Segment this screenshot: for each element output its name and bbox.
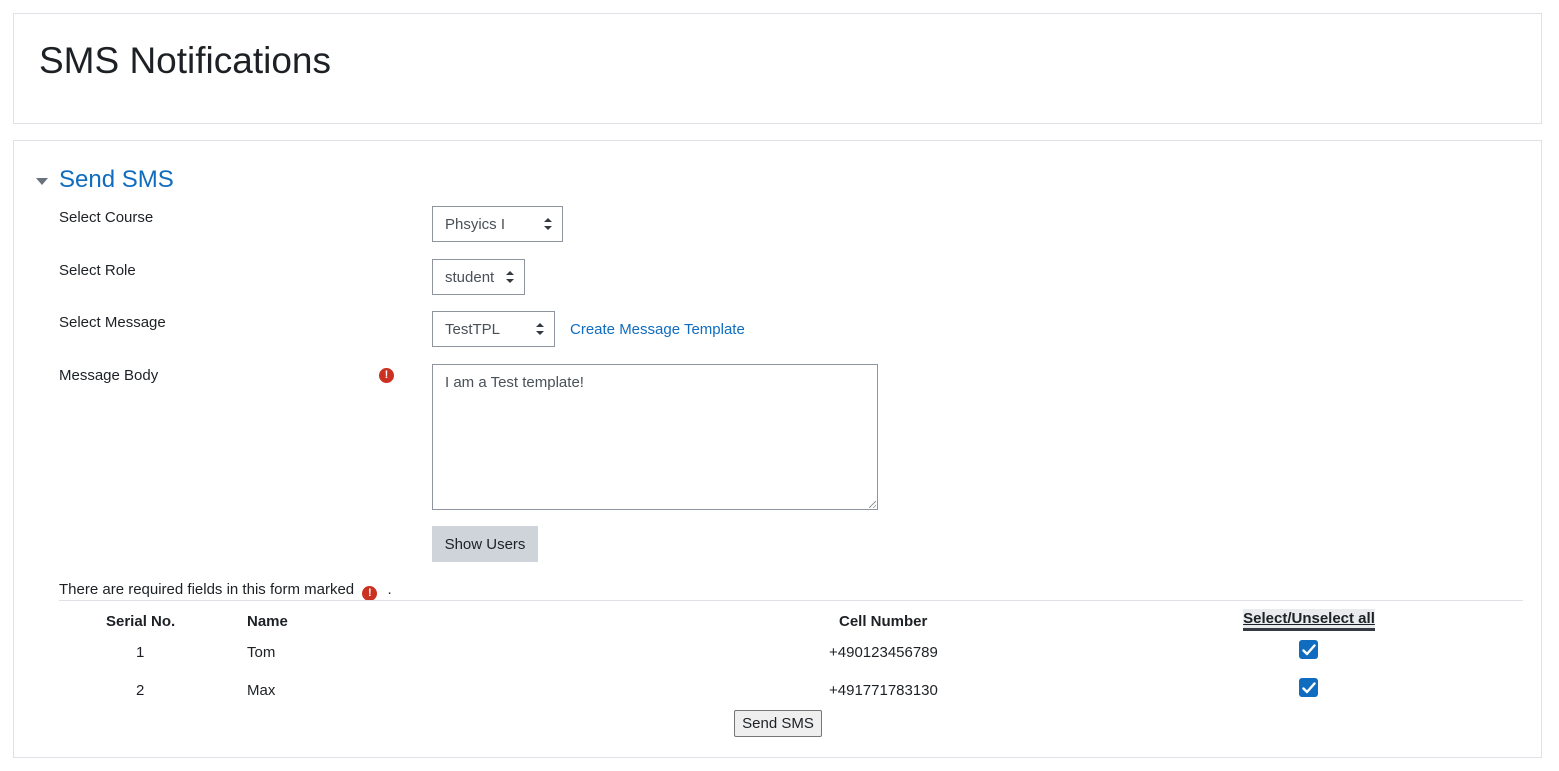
role-select-value: student (445, 268, 495, 286)
exclamation-circle-icon: ! (362, 586, 378, 601)
check-icon (1301, 681, 1316, 693)
table-divider (59, 600, 1523, 601)
select-arrows-icon (506, 271, 514, 283)
row-1-name: Tom (247, 644, 276, 661)
section-toggle[interactable]: Send SMS (36, 165, 174, 195)
select-message-label: Select Message (59, 314, 166, 331)
row-1-cell: +490123456789 (829, 644, 938, 661)
message-body-label: Message Body (59, 367, 159, 384)
message-select[interactable]: TestTPL (432, 311, 555, 347)
send-sms-form-card: Send SMS Select Course Phsyics I Select … (13, 140, 1542, 758)
select-arrows-icon (536, 323, 544, 335)
page-header: SMS Notifications (13, 13, 1542, 124)
message-select-value: TestTPL (445, 320, 501, 338)
section-title: Send SMS (59, 166, 174, 193)
resize-grip-icon[interactable] (869, 501, 876, 508)
exclamation-circle-icon: ! (379, 368, 394, 383)
send-sms-button[interactable]: Send SMS (734, 710, 822, 737)
header-cell-number: Cell Number (839, 613, 928, 630)
page-title: SMS Notifications (39, 40, 331, 81)
row-1-serial: 1 (136, 644, 145, 661)
course-select[interactable]: Phsyics I (432, 206, 563, 242)
select-role-label: Select Role (59, 262, 136, 279)
role-select[interactable]: student (432, 259, 525, 295)
required-note-period: . (387, 581, 392, 598)
row-2-checkbox[interactable] (1299, 678, 1318, 697)
required-note-text: There are required fields in this form m… (59, 581, 355, 598)
course-select-value: Phsyics I (445, 215, 506, 233)
required-fields-note: There are required fields in this form m… (59, 581, 392, 601)
message-body-textarea[interactable]: I am a Test template! (432, 364, 878, 510)
select-arrows-icon (544, 218, 552, 230)
show-users-button[interactable]: Show Users (432, 526, 538, 562)
row-2-serial: 2 (136, 682, 145, 699)
header-name: Name (247, 613, 288, 630)
check-icon (1301, 643, 1316, 655)
row-2-cell: +491771783130 (829, 682, 938, 699)
row-2-name: Max (247, 682, 276, 699)
create-message-template-link[interactable]: Create Message Template (570, 321, 745, 338)
select-unselect-all-toggle[interactable]: Select/Unselect all (1243, 609, 1375, 631)
row-1-checkbox[interactable] (1299, 640, 1318, 659)
header-serial: Serial No. (106, 613, 176, 630)
select-course-label: Select Course (59, 209, 154, 226)
caret-down-icon (36, 177, 48, 185)
